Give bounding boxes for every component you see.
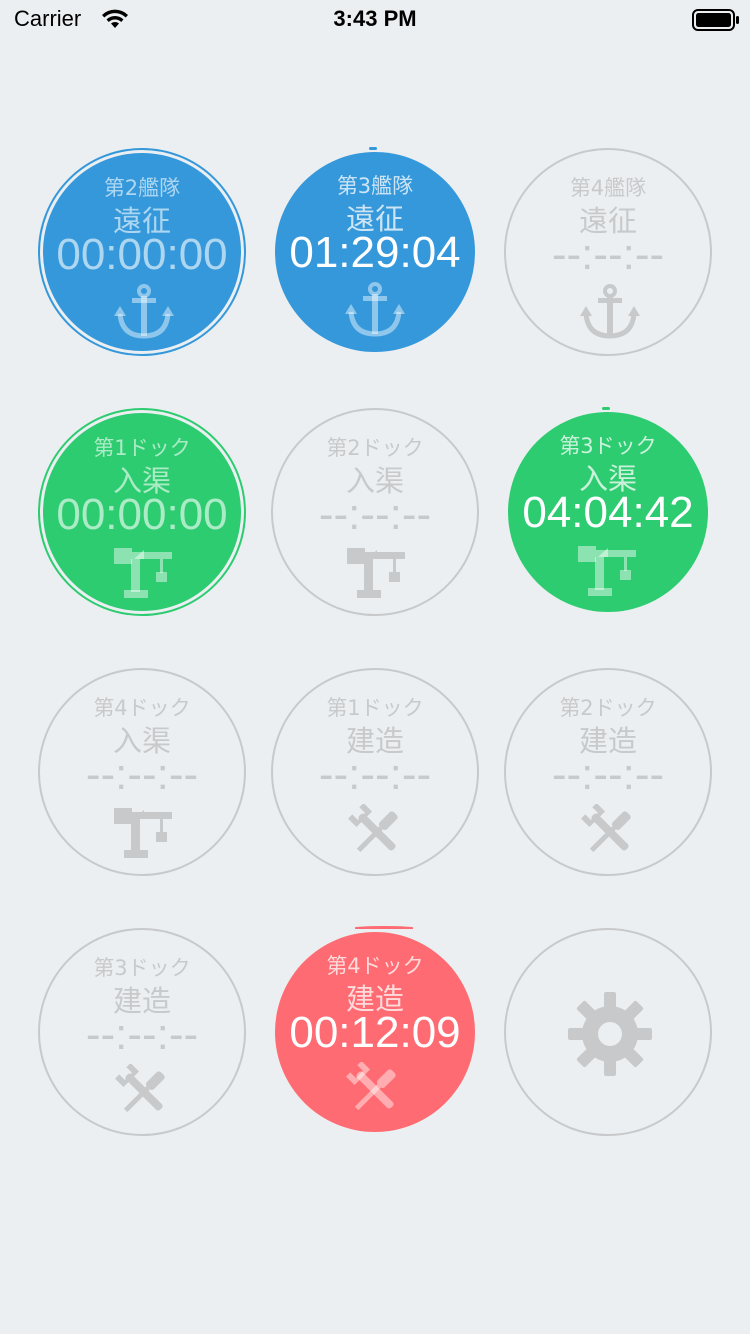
tile-timer: --:--:-- [318,750,432,799]
wrench-screwdriver-icon [580,804,640,860]
crane-icon [578,542,638,598]
tile-timer: 00:00:00 [56,230,228,279]
tile-timer: --:--:-- [85,1010,199,1059]
timer-tile[interactable]: 第4ドック 入渠 --:--:-- [38,668,246,876]
tile-timer: --:--:-- [85,750,199,799]
tile-timer: 01:29:04 [289,228,461,277]
progress-indicator [369,147,377,150]
wrench-screwdriver-icon [114,1064,174,1120]
tile-timer: --:--:-- [551,750,665,799]
status-time: 3:43 PM [333,6,417,31]
tile-timer: 00:12:09 [289,1008,461,1057]
crane-icon [114,804,174,860]
timer-tile[interactable]: 第2艦隊 遠征 00:00:00 [38,148,246,356]
settings-button[interactable] [504,928,712,1136]
timer-tile[interactable]: 第3艦隊 遠征 01:29:04 [271,147,479,356]
crane-icon [114,544,174,600]
progress-indicator [355,926,413,929]
status-bar: Carrier 3:43 PM [0,0,750,40]
anchor-icon [580,284,640,340]
anchor-icon [345,282,405,338]
wrench-screwdriver-icon [345,1062,405,1118]
crane-icon [347,544,407,600]
tile-timer: --:--:-- [318,490,432,539]
timer-tile[interactable]: 第3ドック 建造 --:--:-- [38,928,246,1136]
progress-indicator [602,407,610,410]
battery-icon [692,9,740,35]
timer-tile[interactable]: 第2ドック 建造 --:--:-- [504,668,712,876]
timer-tile[interactable]: 第4艦隊 遠征 --:--:-- [504,148,712,356]
timer-tile[interactable]: 第3ドック 入渠 04:04:42 [504,407,712,616]
timer-tile[interactable]: 第2ドック 入渠 --:--:-- [271,408,479,616]
wrench-screwdriver-icon [347,804,407,860]
timer-tile[interactable]: 第4ドック 建造 00:12:09 [271,926,479,1136]
gear-icon [568,992,652,1076]
timer-tile[interactable]: 第1ドック 入渠 00:00:00 [38,408,246,616]
timer-tile[interactable]: 第1ドック 建造 --:--:-- [271,668,479,876]
tile-timer: --:--:-- [551,230,665,279]
tile-timer: 00:00:00 [56,490,228,539]
tile-timer: 04:04:42 [522,488,694,537]
anchor-icon [114,284,174,340]
